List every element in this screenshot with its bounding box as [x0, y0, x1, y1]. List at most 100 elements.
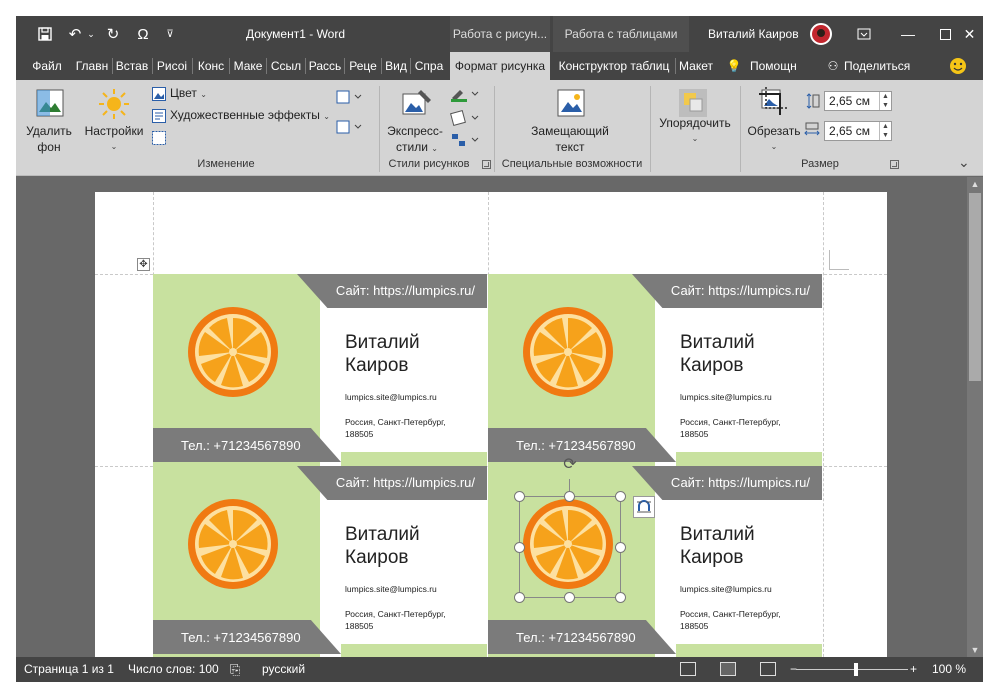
remove-background-icon[interactable] [35, 88, 65, 121]
crop-dropdown-icon[interactable]: ⌄ [742, 142, 806, 151]
resize-handle-se[interactable] [615, 592, 626, 603]
zoom-level[interactable]: 100 % [932, 657, 966, 682]
ribbon-display-icon[interactable] [842, 16, 886, 52]
color-button[interactable]: Цвет ⌄ [170, 86, 207, 100]
tab-layout[interactable]: Маке [231, 52, 265, 80]
remove-background-label-2[interactable]: фон [24, 140, 74, 154]
corrections-button[interactable]: Настройки [82, 124, 146, 138]
compress-pictures-icon[interactable] [336, 90, 362, 107]
quick-styles-label-1[interactable]: Экспресс- [384, 124, 446, 138]
card-address-line-2: 188505 [680, 621, 709, 631]
business-card[interactable]: Сайт: https://lumpics.ru/ Виталий Каиров … [488, 274, 822, 466]
alt-text-icon[interactable] [556, 88, 586, 121]
orange-slice-image[interactable] [522, 306, 614, 398]
undo-icon[interactable]: ↶ [64, 16, 86, 52]
card-address-line-2: 188505 [345, 621, 374, 631]
orange-slice-image[interactable] [187, 306, 279, 398]
tab-references[interactable]: Ссыл [268, 52, 304, 80]
arrange-button[interactable]: Упорядочить [654, 116, 736, 130]
customize-qat-icon[interactable]: ⊽ [162, 16, 178, 52]
ribbon: Удалить фон Настройки ⌄ Цвет ⌄ Художеств… [16, 80, 983, 176]
business-card[interactable]: Сайт: https://lumpics.ru/ Виталий Каиров … [153, 466, 487, 657]
resize-handle-w[interactable] [514, 542, 525, 553]
print-layout-icon[interactable] [720, 662, 736, 676]
business-card[interactable]: Сайт: https://lumpics.ru/ Виталий Каиров … [153, 274, 487, 466]
resize-handle-e[interactable] [615, 542, 626, 553]
zoom-slider-thumb[interactable] [854, 663, 858, 676]
width-input[interactable]: 2,65 см ▲ ▼ [824, 121, 892, 141]
color-icon[interactable] [152, 87, 166, 104]
zoom-slider[interactable] [796, 669, 908, 670]
resize-handle-nw[interactable] [514, 491, 525, 502]
save-icon[interactable] [34, 16, 56, 52]
omega-icon[interactable]: Ω [132, 16, 154, 52]
tab-table-design[interactable]: Конструктор таблиц [553, 52, 675, 80]
share-button[interactable]: Поделиться [844, 52, 914, 80]
width-spinner-icon[interactable]: ▲ ▼ [879, 122, 891, 140]
transparency-icon[interactable] [152, 131, 166, 148]
quick-styles-icon[interactable] [401, 88, 433, 121]
picture-layout-icon[interactable] [450, 132, 480, 151]
scroll-up-icon[interactable]: ▲ [967, 177, 983, 191]
tell-me-search[interactable]: Помощн [750, 52, 806, 80]
artistic-effects-icon[interactable] [152, 109, 166, 126]
rotate-handle-icon[interactable]: ⟳ [561, 456, 579, 474]
crop-button[interactable]: Обрезать [742, 124, 806, 138]
tab-home[interactable]: Главн [74, 52, 110, 80]
proofing-icon[interactable]: ⎘ [230, 657, 240, 682]
tab-draw[interactable]: Рисоі [154, 52, 190, 80]
tab-help[interactable]: Спра [412, 52, 446, 80]
page-count[interactable]: Страница 1 из 1 [24, 657, 114, 682]
tab-view[interactable]: Вид [383, 52, 409, 80]
tab-picture-format[interactable]: Формат рисунка [450, 52, 550, 80]
tab-table-layout[interactable]: Макет [676, 52, 716, 80]
zoom-in-button[interactable]: + [910, 657, 917, 682]
alt-text-label-1[interactable]: Замещающий [514, 124, 626, 138]
smiley-icon[interactable] [948, 52, 968, 80]
size-launcher-icon[interactable] [890, 160, 899, 169]
arrange-dropdown-icon[interactable]: ⌄ [654, 134, 736, 143]
quick-styles-label-2[interactable]: стили ⌄ [396, 140, 438, 154]
layout-options-icon[interactable] [633, 496, 655, 518]
resize-handle-sw[interactable] [514, 592, 525, 603]
height-input[interactable]: 2,65 см ▲ ▼ [824, 91, 892, 111]
lightbulb-icon[interactable]: 💡 [724, 52, 744, 80]
alt-text-label-2[interactable]: текст [514, 140, 626, 154]
user-name[interactable]: Виталий Каиров [708, 16, 799, 52]
height-spinner-icon[interactable]: ▲ ▼ [879, 92, 891, 110]
tab-file[interactable]: Файл [22, 52, 72, 80]
tab-design[interactable]: Конс [194, 52, 228, 80]
scrollbar-thumb[interactable] [969, 193, 981, 381]
change-picture-icon[interactable] [336, 120, 362, 137]
tab-insert[interactable]: Встав [114, 52, 150, 80]
redo-icon[interactable]: ↻ [102, 16, 124, 52]
close-icon[interactable]: ✕ [956, 16, 983, 52]
undo-dropdown-icon[interactable]: ⌄ [86, 16, 96, 52]
avatar[interactable] [810, 23, 832, 45]
scroll-down-icon[interactable]: ▼ [967, 643, 983, 657]
web-layout-icon[interactable] [760, 662, 776, 676]
word-count[interactable]: Число слов: 100 [128, 657, 219, 682]
tab-mailings[interactable]: Рассь [307, 52, 343, 80]
language[interactable]: русский [262, 657, 305, 682]
minimize-icon[interactable]: — [886, 16, 930, 52]
artistic-effects-button[interactable]: Художественные эффекты ⌄ [170, 108, 330, 122]
picture-styles-launcher-icon[interactable] [482, 160, 491, 169]
person-icon[interactable]: ⚇ [824, 52, 842, 80]
remove-background-label-1[interactable]: Удалить [24, 124, 74, 138]
table-move-handle-icon[interactable]: ✥ [137, 258, 150, 271]
picture-effects-icon[interactable] [450, 110, 480, 129]
picture-border-icon[interactable] [450, 86, 480, 105]
business-card[interactable]: Сайт: https://lumpics.ru/ Виталий Каиров … [488, 456, 822, 657]
resize-handle-n[interactable] [564, 491, 575, 502]
vertical-scrollbar[interactable]: ▲ ▼ [967, 177, 983, 657]
collapse-ribbon-icon[interactable]: ⌄ [958, 154, 970, 171]
resize-handle-s[interactable] [564, 592, 575, 603]
corrections-dropdown-icon[interactable]: ⌄ [82, 142, 146, 151]
read-mode-icon[interactable] [680, 662, 696, 676]
crop-icon[interactable] [758, 86, 788, 119]
sun-icon[interactable] [98, 88, 130, 123]
tab-review[interactable]: Реце [346, 52, 380, 80]
orange-slice-image[interactable] [187, 498, 279, 590]
resize-handle-ne[interactable] [615, 491, 626, 502]
